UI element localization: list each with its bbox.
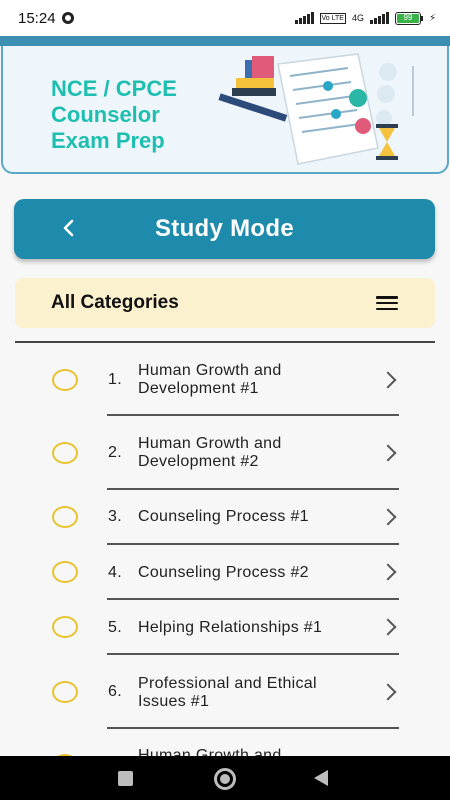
answer-sheet-icon: [277, 53, 379, 165]
banner-title-line1: NCE / CPCE: [51, 76, 177, 101]
item-label: Human Growth and Development #3: [138, 747, 282, 756]
chevron-right-icon: [379, 563, 397, 581]
back-button[interactable]: [54, 213, 84, 243]
cell-signal-icon: [369, 12, 389, 24]
page-title: Study Mode: [155, 215, 294, 242]
item-label: Human Growth and Development #2: [138, 435, 282, 470]
study-mode-header: Study Mode: [14, 199, 435, 259]
banner-title-line2: Counselor: [51, 102, 160, 127]
exam-illustration: [218, 53, 414, 165]
back-triangle-icon[interactable]: [314, 770, 328, 786]
list-item[interactable]: 4. Counseling Process #2: [0, 544, 450, 599]
battery-icon: 99: [394, 11, 423, 25]
item-number: 6.: [108, 683, 122, 700]
item-number: 5.: [108, 619, 122, 636]
hamburger-menu-icon[interactable]: [376, 296, 398, 310]
chevron-left-icon: [63, 219, 74, 237]
pencil-icon: [218, 93, 288, 122]
category-label: All Categories: [51, 292, 179, 313]
status-time: 15:24: [18, 9, 56, 27]
radio-button[interactable]: [52, 681, 78, 703]
system-nav-bar: [0, 756, 450, 800]
item-label: Counseling Process #1: [138, 508, 309, 525]
item-label: Helping Relationships #1: [138, 619, 323, 636]
chevron-right-icon: [379, 618, 397, 636]
radio-button[interactable]: [52, 369, 78, 391]
volte-icon: Vo LTE: [319, 12, 346, 24]
banner-title-line3: Exam Prep: [51, 128, 165, 153]
hourglass-icon: [376, 124, 398, 160]
settings-gear-icon: [61, 12, 74, 24]
status-bar: 15:24 Vo LTE 4G 99 ⚡: [0, 0, 450, 36]
list-item[interactable]: 2. Human Growth and Development #2: [0, 416, 450, 488]
radio-button[interactable]: [52, 561, 78, 583]
wifi-signal-icon: [294, 12, 314, 24]
home-icon[interactable]: [214, 768, 236, 790]
chevron-right-icon: [379, 508, 397, 526]
charging-icon: ⚡: [428, 12, 436, 24]
banner-title: NCE / CPCE Counselor Exam Prep: [51, 76, 231, 154]
item-label: Human Growth and Development #1: [138, 362, 282, 397]
list-item[interactable]: 1. Human Growth and Development #1: [0, 343, 450, 415]
chevron-right-icon: [379, 683, 397, 701]
list-item[interactable]: 7. Human Growth and Development #3: [0, 728, 450, 756]
radio-button[interactable]: [52, 442, 78, 464]
chevron-right-icon: [379, 371, 397, 389]
radio-button[interactable]: [52, 506, 78, 528]
item-number: 1.: [108, 371, 122, 388]
study-list: 1. Human Growth and Development #1 2. Hu…: [0, 343, 450, 756]
item-number: 3.: [108, 508, 122, 525]
app-banner: NCE / CPCE Counselor Exam Prep: [1, 46, 449, 174]
item-label: Counseling Process #2: [138, 564, 309, 581]
battery-level: 99: [396, 13, 419, 23]
radio-button[interactable]: [52, 616, 78, 638]
network-type: 4G: [351, 13, 364, 23]
chevron-right-icon: [379, 444, 397, 462]
recent-apps-icon[interactable]: [118, 771, 133, 786]
list-item[interactable]: 3. Counseling Process #1: [0, 489, 450, 544]
item-number: 2.: [108, 444, 122, 461]
category-selector[interactable]: All Categories: [15, 278, 435, 328]
side-icons: [376, 63, 414, 126]
list-item[interactable]: 6. Professional and Ethical Issues #1: [0, 654, 450, 727]
book-stack-icon: [232, 56, 276, 96]
banner-top-strip: [0, 36, 450, 46]
list-item[interactable]: 5. Helping Relationships #1: [0, 599, 450, 654]
item-number: 4.: [108, 564, 122, 581]
item-label: Professional and Ethical Issues #1: [138, 675, 317, 710]
